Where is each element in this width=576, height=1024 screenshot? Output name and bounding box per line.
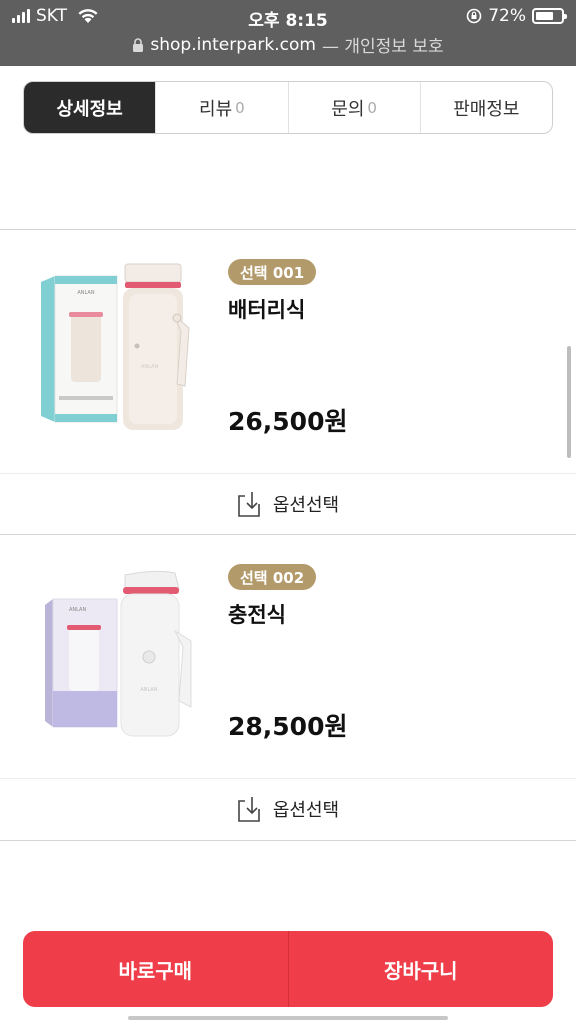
tab-count: 0 (367, 98, 377, 117)
option-badge: 선택 002 (228, 564, 317, 590)
product-tabs: 상세정보 리뷰 0 문의 0 판매정보 (23, 81, 553, 134)
device-brand-text: ANLAN (140, 687, 157, 693)
product-image-charging[interactable]: ANLAN ANLAN (25, 561, 203, 741)
option-card-1: ANLAN ANLAN 선택 001 배터리식 26,500원 옵션선택 (0, 230, 576, 534)
box-brand-text: ANLAN (69, 607, 86, 613)
product-image-battery[interactable]: ANLAN ANLAN (25, 256, 203, 436)
section-divider (0, 840, 576, 841)
tab-seller-info[interactable]: 판매정보 (419, 82, 552, 133)
url-bar[interactable]: shop.interpark.com — 개인정보 보호 (0, 32, 576, 57)
tab-detail[interactable]: 상세정보 (24, 82, 156, 133)
device-brand-text: ANLAN (141, 364, 158, 370)
home-indicator[interactable] (128, 1016, 448, 1020)
status-bar: SKT 오후 8:15 72% (0, 0, 576, 32)
battery-icon (532, 8, 567, 24)
tab-label: 판매정보 (453, 98, 520, 120)
option-badge: 선택 001 (228, 259, 317, 285)
option-select-label: 옵션선택 (272, 799, 340, 821)
option-select-button[interactable]: 옵션선택 (0, 778, 576, 838)
page-scrollbar[interactable] (567, 346, 571, 458)
tab-label: 리뷰 (199, 98, 233, 120)
tab-review[interactable]: 리뷰 0 (155, 82, 287, 133)
tab-label: 상세정보 (56, 98, 123, 120)
battery-percent: 72% (488, 6, 526, 26)
rotation-lock-icon (466, 8, 482, 24)
tab-inquiry[interactable]: 문의 0 (287, 82, 420, 133)
battery-fill (536, 12, 554, 20)
option-select-button[interactable]: 옵션선택 (0, 473, 576, 533)
option-card-2: ANLAN ANLAN 선택 002 충전식 28,500원 옵션선택 (0, 535, 576, 840)
option-price: 28,500원 (228, 712, 348, 741)
download-select-icon (238, 796, 260, 822)
tab-label: 문의 (331, 98, 365, 120)
privacy-label: — 개인정보 보호 (321, 37, 444, 57)
option-price: 26,500원 (228, 407, 348, 436)
box-brand-text: ANLAN (77, 290, 94, 296)
option-badge-text: 선택 002 (240, 568, 305, 587)
buy-now-label: 바로구매 (118, 958, 193, 983)
lock-icon (133, 37, 144, 52)
purchase-bar: 바로구매 장바구니 (23, 931, 553, 1007)
add-to-cart-label: 장바구니 (383, 958, 458, 983)
tab-count: 0 (235, 98, 245, 117)
browser-chrome: SKT 오후 8:15 72% shop.interpark.com — 개인정… (0, 0, 576, 66)
option-badge-text: 선택 001 (240, 263, 305, 282)
url-domain: shop.interpark.com (150, 34, 316, 55)
right-status: 72% (466, 6, 567, 26)
option-select-label: 옵션선택 (272, 494, 340, 516)
option-name: 배터리식 (228, 298, 306, 322)
add-to-cart-button[interactable]: 장바구니 (289, 931, 554, 1007)
buy-now-button[interactable]: 바로구매 (23, 931, 288, 1007)
option-name: 충전식 (228, 603, 286, 627)
download-select-icon (238, 491, 260, 517)
